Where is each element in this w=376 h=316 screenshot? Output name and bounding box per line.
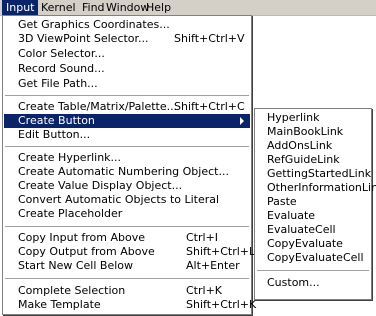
menu-item-shortcut: Shift+Ctrl+C bbox=[174, 100, 245, 113]
menubar-help[interactable]: Help bbox=[142, 0, 175, 15]
menu-separator bbox=[5, 95, 249, 97]
menu-item-label: Get Graphics Coordinates... bbox=[18, 18, 170, 31]
menu-item-3d-viewpoint-selector[interactable]: 3D ViewPoint Selector... Shift+Ctrl+V bbox=[3, 32, 251, 46]
submenu-item-paste[interactable]: Paste bbox=[255, 195, 371, 209]
menu-item-label: Create Placeholder bbox=[18, 207, 123, 220]
menu-item-label: Convert Automatic Objects to Literal bbox=[18, 193, 220, 206]
menubar-input[interactable]: Input bbox=[2, 0, 39, 15]
submenu-item-label: OtherInformationLink bbox=[267, 181, 376, 194]
menu-item-label: Copy Input from Above bbox=[18, 231, 145, 244]
menu-item-record-sound[interactable]: Record Sound... bbox=[3, 62, 251, 76]
submenu-item-otherinformationlink[interactable]: OtherInformationLink bbox=[255, 181, 376, 195]
menu-item-label: 3D ViewPoint Selector... bbox=[18, 32, 149, 45]
menu-item-label: Create Button bbox=[18, 114, 95, 127]
submenu-item-label: Paste bbox=[267, 195, 297, 208]
menu-item-label: Create Hyperlink... bbox=[18, 151, 122, 164]
menu-item-color-selector[interactable]: Color Selector... bbox=[3, 47, 251, 61]
menu-item-label: Start New Cell Below bbox=[18, 259, 134, 272]
menu-item-shortcut: Ctrl+I bbox=[186, 231, 219, 244]
submenu-item-evaluate[interactable]: Evaluate bbox=[255, 209, 371, 223]
submenu-item-copyevaluatecell[interactable]: CopyEvaluateCell bbox=[255, 251, 371, 265]
menu-item-label: Get File Path... bbox=[18, 77, 98, 90]
menu-item-get-file-path[interactable]: Get File Path... bbox=[3, 77, 251, 91]
submenu-item-label: GettingStartedLink bbox=[267, 167, 372, 180]
menu-item-label: Create Automatic Numbering Object... bbox=[18, 165, 229, 178]
submenu-item-addonslink[interactable]: AddOnsLink bbox=[255, 139, 371, 153]
submenu-item-label: Custom... bbox=[267, 276, 320, 289]
submenu-item-copyevaluate[interactable]: CopyEvaluate bbox=[255, 237, 371, 251]
submenu-item-gettingstartedlink[interactable]: GettingStartedLink bbox=[255, 167, 371, 181]
menu-item-label: Create Value Display Object... bbox=[18, 179, 183, 192]
menubar-kernel[interactable]: Kernel bbox=[37, 0, 80, 15]
submenu-arrow-icon bbox=[240, 117, 244, 125]
menu-item-complete-selection[interactable]: Complete Selection Ctrl+K bbox=[3, 284, 251, 298]
submenu-item-label: RefGuideLink bbox=[267, 153, 340, 166]
menu-item-label: Color Selector... bbox=[18, 47, 105, 60]
menu-item-copy-output-from-above[interactable]: Copy Output from Above Shift+Ctrl+L bbox=[3, 245, 255, 259]
menu-item-label: Copy Output from Above bbox=[18, 245, 155, 258]
input-menu: Get Graphics Coordinates... 3D ViewPoint… bbox=[2, 15, 256, 315]
menu-item-create-table-matrix-palette[interactable]: Create Table/Matrix/Palette... Shift+Ctr… bbox=[3, 100, 251, 114]
menu-separator bbox=[5, 278, 249, 280]
menu-item-label: Complete Selection bbox=[18, 284, 126, 297]
menu-item-get-graphics-coordinates[interactable]: Get Graphics Coordinates... bbox=[3, 18, 251, 32]
menu-item-create-placeholder[interactable]: Create Placeholder bbox=[3, 207, 251, 221]
menu-separator bbox=[5, 226, 249, 228]
menu-item-shortcut: Shift+Ctrl+V bbox=[174, 32, 245, 45]
menu-separator bbox=[5, 146, 249, 148]
menu-item-make-template[interactable]: Make Template Shift+Ctrl+K bbox=[3, 298, 256, 312]
submenu-item-mainbooklink[interactable]: MainBookLink bbox=[255, 125, 371, 139]
menu-item-create-value-display-object[interactable]: Create Value Display Object... bbox=[3, 179, 251, 193]
menu-item-shortcut: Shift+Ctrl+L bbox=[186, 245, 256, 258]
menu-item-shortcut: Shift+Ctrl+K bbox=[186, 298, 257, 311]
menu-item-create-hyperlink[interactable]: Create Hyperlink... bbox=[3, 151, 251, 165]
menu-item-create-button[interactable]: Create Button bbox=[4, 114, 250, 128]
menu-item-create-automatic-numbering-object[interactable]: Create Automatic Numbering Object... bbox=[3, 165, 251, 179]
menu-item-shortcut: Ctrl+K bbox=[186, 284, 223, 297]
menu-item-edit-button[interactable]: Edit Button... bbox=[3, 128, 251, 142]
menu-item-label: Make Template bbox=[18, 298, 101, 311]
menu-item-convert-automatic-objects-to-literal[interactable]: Convert Automatic Objects to Literal bbox=[3, 193, 251, 207]
submenu-item-label: Evaluate bbox=[267, 209, 316, 222]
submenu-item-hyperlink[interactable]: Hyperlink bbox=[255, 111, 371, 125]
menu-item-shortcut: Alt+Enter bbox=[186, 259, 240, 272]
submenu-item-label: CopyEvaluate bbox=[267, 237, 343, 250]
submenu-item-label: AddOnsLink bbox=[267, 139, 333, 152]
menu-item-copy-input-from-above[interactable]: Copy Input from Above Ctrl+I bbox=[3, 231, 251, 245]
submenu-item-refguidelink[interactable]: RefGuideLink bbox=[255, 153, 371, 167]
submenu-item-evaluatecell[interactable]: EvaluateCell bbox=[255, 223, 371, 237]
menu-bar: Input Kernel Find Window Help bbox=[0, 0, 376, 16]
submenu-item-label: Hyperlink bbox=[267, 111, 320, 124]
submenu-item-custom[interactable]: Custom... bbox=[255, 276, 371, 290]
menu-item-start-new-cell-below[interactable]: Start New Cell Below Alt+Enter bbox=[3, 259, 251, 273]
menu-item-label: Create Table/Matrix/Palette... bbox=[18, 100, 178, 113]
create-button-submenu: Hyperlink MainBookLink AddOnsLink RefGui… bbox=[254, 108, 376, 300]
menu-separator bbox=[257, 270, 369, 272]
submenu-item-label: CopyEvaluateCell bbox=[267, 251, 364, 264]
menu-item-label: Edit Button... bbox=[18, 128, 91, 141]
submenu-item-label: MainBookLink bbox=[267, 125, 344, 138]
menu-item-label: Record Sound... bbox=[18, 62, 105, 75]
submenu-item-label: EvaluateCell bbox=[267, 223, 336, 236]
